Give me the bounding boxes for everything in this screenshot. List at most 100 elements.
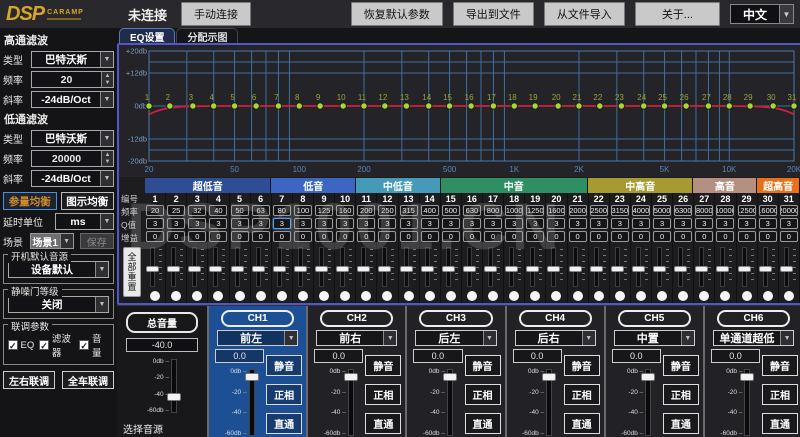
eq-response-chart[interactable]: +20db+12db0db-12db-20db20501002005001K2K… [119,45,800,177]
phase-button[interactable]: 正相 [663,384,699,405]
mute-button[interactable]: 静音 [465,355,501,376]
eq-band-point[interactable] [426,103,432,109]
band-freq-input[interactable]: 50 [231,205,249,216]
band-gain-slider[interactable] [314,245,334,289]
band-gain-slider[interactable] [462,245,482,289]
band-freq-input[interactable]: 800 [484,205,502,216]
band-q-input[interactable]: 3 [463,218,481,229]
slider-handle[interactable] [231,266,244,272]
slider-handle[interactable] [315,266,328,272]
eq-band-point[interactable] [705,103,711,109]
eq-band-point[interactable] [490,103,496,109]
about-button[interactable]: 关于... [635,2,720,26]
channel-gain-value[interactable]: 0.0 [314,349,363,363]
hpf-slope-select[interactable]: -24dB/Oct ▼ [31,91,114,108]
slider-handle[interactable] [378,266,391,272]
slider-handle[interactable] [443,373,457,381]
mute-button[interactable]: 静音 [762,355,798,376]
eq-band-point[interactable] [167,103,173,109]
band-gain-input[interactable]: 0 [146,231,164,242]
band-gain-input[interactable]: 0 [759,231,777,242]
phase-button[interactable]: 正相 [365,384,401,405]
band-gain-input[interactable]: 0 [167,231,185,242]
phase-button[interactable]: 正相 [465,384,501,405]
band-q-input[interactable]: 3 [780,218,798,229]
channel-name-select[interactable]: 中置▼ [614,330,695,346]
band-gain-slider[interactable] [568,245,588,289]
channel-strip-ch5[interactable]: CH5中置▼0.00db-20-40-60db静音正相直通延时: ms0.00 [604,306,703,437]
slider-handle[interactable] [740,373,754,381]
hpf-type-select[interactable]: 巴特沃斯 ▼ [31,51,114,68]
band-bypass-button[interactable] [573,291,583,301]
slider-handle[interactable] [273,266,286,272]
band-gain-slider[interactable] [652,245,672,289]
channel-name-select[interactable]: 前左▼ [217,330,298,346]
channel-gain-slider[interactable]: 0db-20-40-60db [511,365,564,437]
slider-handle[interactable] [336,266,349,272]
band-gain-input[interactable]: 0 [294,231,312,242]
channel-gain-slider[interactable]: 0db-20-40-60db [610,365,663,437]
band-gain-slider[interactable] [779,245,799,289]
band-gain-slider[interactable] [610,245,630,289]
band-freq-input[interactable]: 125 [315,205,333,216]
direct-button[interactable]: 直通 [564,413,600,434]
band-freq-input[interactable]: 40 [209,205,227,216]
band-q-input[interactable]: 3 [252,218,270,229]
band-q-input[interactable]: 3 [590,218,608,229]
band-freq-input[interactable]: 8000 [695,205,713,216]
eq-band-point[interactable] [791,103,797,109]
channel-strip-ch1[interactable]: CH1前左▼0.00db-20-40-60db静音正相直通延时: ms0.00 [207,306,306,437]
band-bypass-button[interactable] [699,291,709,301]
band-gain-slider[interactable] [631,245,651,289]
eq-band-point[interactable] [555,103,561,109]
band-gain-input[interactable]: 0 [632,231,650,242]
slider-handle[interactable] [463,266,476,272]
slider-handle[interactable] [421,266,434,272]
band-freq-input[interactable]: 10000 [716,205,734,216]
band-gain-slider[interactable] [166,245,186,289]
tab-assign-view[interactable]: 分配示图 [176,28,238,43]
band-bypass-button[interactable] [382,291,392,301]
delay-unit-select[interactable]: ms ▼ [55,213,114,230]
band-bypass-button[interactable] [340,291,350,301]
eq-band-point[interactable] [446,103,452,109]
band-gain-input[interactable]: 0 [738,231,756,242]
slider-handle[interactable] [252,266,265,272]
spinner-arrows[interactable]: ▲▼ [101,72,113,87]
eq-band-point[interactable] [275,103,281,109]
channel-name-select[interactable]: 单通道超低▼ [713,330,794,346]
band-gain-input[interactable]: 0 [695,231,713,242]
slider-handle[interactable] [716,266,729,272]
band-gain-slider[interactable] [673,245,693,289]
slider-handle[interactable] [674,266,687,272]
band-gain-input[interactable]: 0 [315,231,333,242]
band-gain-slider[interactable] [187,245,207,289]
checkbox-滤波器[interactable]: ✓ [39,340,49,350]
band-q-input[interactable]: 3 [632,218,650,229]
band-q-input[interactable]: 3 [421,218,439,229]
channel-gain-value[interactable]: 0.0 [413,349,462,363]
eq-band-point[interactable] [340,103,346,109]
band-q-input[interactable]: 3 [738,218,756,229]
band-freq-input[interactable]: 160 [336,205,354,216]
slider-handle[interactable] [357,266,370,272]
slider-handle[interactable] [653,266,666,272]
eq-band-point[interactable] [253,103,259,109]
eq-band-point[interactable] [211,103,217,109]
import-file-button[interactable]: 从文件导入 [544,2,625,26]
band-freq-input[interactable]: 400 [421,205,439,216]
slider-handle[interactable] [209,266,222,272]
slider-handle[interactable] [188,266,201,272]
lr-link-button[interactable]: 左右联调 [3,371,55,389]
lpf-slope-select[interactable]: -24dB/Oct ▼ [31,170,114,187]
band-gain-slider[interactable] [272,245,292,289]
band-bypass-button[interactable] [171,291,181,301]
band-gain-input[interactable]: 0 [357,231,375,242]
band-bypass-button[interactable] [446,291,456,301]
band-bypass-button[interactable] [488,291,498,301]
eq-band-point[interactable] [231,103,237,109]
lpf-freq-spinner[interactable]: 20000 ▲▼ [31,150,114,167]
direct-button[interactable]: 直通 [465,413,501,434]
band-q-input[interactable]: 3 [569,218,587,229]
master-volume-slider[interactable]: 0db-20-40-60db [122,355,202,417]
